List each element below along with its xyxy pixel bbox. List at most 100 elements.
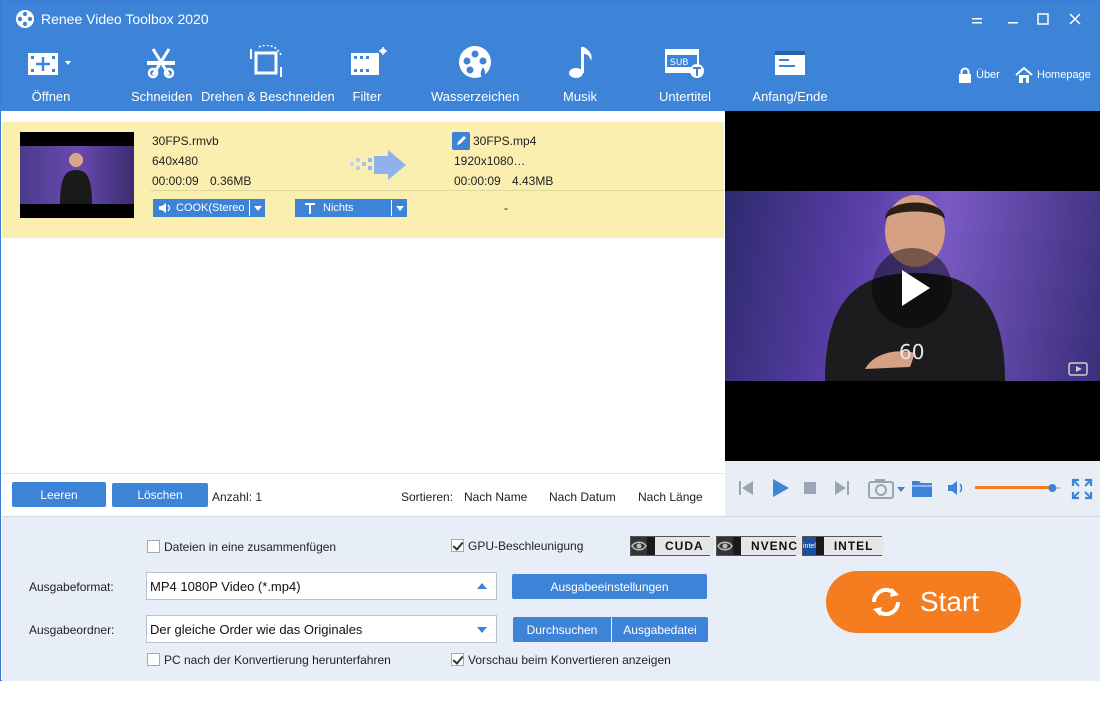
chevron-down-icon	[391, 200, 407, 216]
output-settings-button[interactable]: Ausgabeeinstellungen	[512, 574, 707, 599]
speaker-icon	[159, 203, 171, 213]
shutdown-checkbox[interactable]	[147, 653, 160, 666]
output-filename: 30FPS.mp4	[473, 134, 537, 148]
preview-converting-label: Vorschau beim Konvertieren anzeigen	[468, 653, 671, 667]
preview-converting-checkbox[interactable]	[451, 653, 464, 666]
folder-label: Ausgabeordner:	[29, 623, 115, 637]
music-note-icon	[569, 47, 592, 78]
file-list: 30FPS.rmvb 640x480 00:00:09 0.36MB 30FPS…	[2, 111, 724, 473]
app-window: Renee Video Toolbox 2020 Öffnen Schneide…	[0, 0, 1100, 681]
edit-output-icon[interactable]	[452, 132, 470, 150]
watermark-icon	[459, 46, 491, 78]
minimize-icon[interactable]	[1003, 9, 1023, 29]
close-icon[interactable]	[1065, 9, 1085, 29]
subtitle-button[interactable]: SUB Untertitel	[653, 45, 717, 104]
snapshot-camera-icon[interactable]	[868, 477, 908, 499]
nvenc-badge: NVENC	[716, 536, 809, 556]
output-size: 4.43MB	[512, 174, 554, 188]
start-end-button[interactable]: Anfang/Ende	[751, 45, 829, 104]
player-controls	[725, 461, 1100, 516]
cuda-badge: CUDA	[630, 536, 714, 556]
fullscreen-icon[interactable]	[1071, 478, 1093, 500]
subtitle-label: Untertitel	[658, 89, 712, 104]
subtitle-track-value: Nichts	[323, 202, 354, 214]
open-button[interactable]: Öffnen	[23, 45, 79, 104]
add-video-icon	[28, 53, 71, 75]
chevron-down-icon	[249, 200, 265, 216]
sort-by-length[interactable]: Nach Länge	[638, 490, 703, 504]
filter-icon	[351, 47, 387, 75]
convert-arrow-icon	[350, 150, 406, 180]
nvidia-eye-icon	[631, 537, 647, 555]
menu-icon[interactable]	[967, 9, 987, 29]
music-label: Musik	[563, 89, 597, 104]
play-overlay-icon[interactable]	[872, 248, 952, 328]
cut-button[interactable]: Schneiden	[131, 45, 192, 104]
gpu-acceleration-checkbox[interactable]	[451, 539, 464, 552]
lock-icon	[959, 67, 971, 83]
gpu-acceleration-label: GPU-Beschleunigung	[468, 539, 584, 553]
svg-text:SUB: SUB	[670, 58, 688, 68]
refresh-icon	[871, 587, 900, 617]
format-label: Ausgabeformat:	[29, 580, 114, 594]
audio-track-value: COOK(Stereo	[176, 202, 245, 214]
output-folder-select[interactable]: Der gleiche Order wie das Originales	[146, 615, 497, 643]
open-label: Öffnen	[31, 89, 71, 104]
homepage-link[interactable]: Homepage	[1015, 67, 1091, 83]
filter-button[interactable]: Filter	[343, 45, 391, 104]
delete-button[interactable]: Löschen	[112, 483, 208, 507]
subtitle-track-dropdown[interactable]: Nichts	[295, 199, 407, 217]
audio-track-dropdown[interactable]: COOK(Stereo	[153, 199, 265, 217]
clear-button[interactable]: Leeren	[12, 482, 106, 507]
homepage-label: Homepage	[1037, 69, 1091, 81]
crop-rotate-icon	[250, 45, 282, 77]
about-link[interactable]: Über	[958, 67, 1000, 83]
output-extra: -	[504, 201, 508, 215]
rotate-crop-button[interactable]: Drehen & Beschneiden	[201, 45, 335, 104]
source-resolution: 640x480	[152, 154, 199, 168]
skip-back-icon[interactable]	[737, 479, 755, 497]
volume-icon[interactable]	[947, 480, 967, 496]
folder-icon[interactable]	[911, 478, 933, 498]
video-thumbnail[interactable]	[20, 132, 134, 218]
video-preview[interactable]: 60	[725, 111, 1100, 461]
intel-logo-icon: intel	[803, 537, 816, 555]
start-button[interactable]: Start	[826, 571, 1021, 633]
music-button[interactable]: Musik	[557, 45, 603, 104]
scissors-icon	[147, 48, 175, 79]
shutdown-label: PC nach der Konvertierung herunterfahren	[164, 653, 391, 667]
subtitle-icon: SUB	[665, 49, 704, 78]
top-toolbar: Renee Video Toolbox 2020 Öffnen Schneide…	[1, 1, 1099, 111]
nvenc-badge-text: NVENC	[741, 537, 809, 555]
start-end-label: Anfang/Ende	[752, 89, 828, 104]
browse-button[interactable]: Durchsuchen	[513, 617, 611, 642]
play-icon[interactable]	[769, 477, 791, 499]
sort-by-name[interactable]: Nach Name	[464, 490, 527, 504]
output-format-value: MP4 1080P Video (*.mp4)	[150, 578, 301, 594]
source-duration: 00:00:09	[152, 174, 199, 188]
intel-badge: intel INTEL	[802, 536, 884, 556]
volume-knob[interactable]	[1048, 484, 1057, 492]
volume-slider[interactable]	[973, 481, 1065, 495]
output-duration: 00:00:09	[454, 174, 501, 188]
sort-by-date[interactable]: Nach Datum	[549, 490, 616, 504]
output-format-select[interactable]: MP4 1080P Video (*.mp4)	[146, 572, 497, 600]
rotate-crop-label: Drehen & Beschneiden	[201, 89, 335, 104]
merge-files-label: Dateien in eine zusammenfügen	[164, 540, 337, 554]
watermark-button[interactable]: Wasserzeichen	[431, 45, 519, 104]
start-label: Start	[919, 586, 980, 617]
watermark-label: Wasserzeichen	[431, 89, 520, 104]
chevron-down-icon	[477, 627, 487, 633]
file-row[interactable]: 30FPS.rmvb 640x480 00:00:09 0.36MB 30FPS…	[2, 122, 724, 238]
open-output-folder-button[interactable]: Ausgabedatei	[612, 617, 708, 642]
maximize-icon[interactable]	[1033, 9, 1053, 29]
skip-forward-icon[interactable]	[833, 479, 851, 497]
cut-label: Schneiden	[131, 89, 193, 104]
sort-label: Sortieren:	[401, 490, 454, 504]
merge-files-checkbox[interactable]	[147, 540, 160, 553]
nvidia-eye-icon	[717, 537, 733, 555]
volume-level	[975, 486, 1053, 489]
stop-icon[interactable]	[803, 481, 817, 495]
list-actions: Leeren Löschen Anzahl: 1 Sortieren: Nach…	[2, 473, 724, 516]
preview-overlay-text: 60	[899, 340, 924, 364]
